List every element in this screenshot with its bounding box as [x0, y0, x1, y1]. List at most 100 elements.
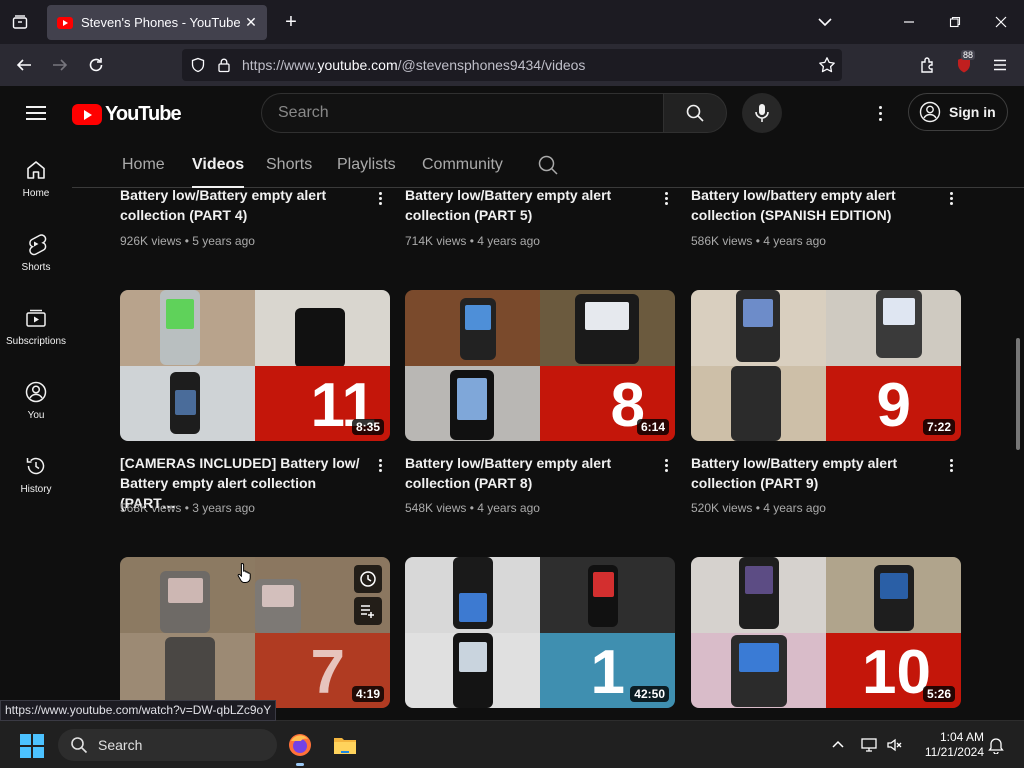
guide-item-subscriptions[interactable]: Subscriptions: [0, 288, 72, 358]
thumb-quadrant: [540, 557, 675, 633]
tab-community[interactable]: Community: [422, 156, 503, 174]
video-thumbnail[interactable]: 11 8:35: [120, 290, 390, 441]
video-meta: 926K views • 5 years ago: [120, 234, 255, 248]
video-meta: 714K views • 4 years ago: [405, 234, 540, 248]
phone-image: [588, 565, 618, 627]
phone-image: [731, 634, 787, 707]
video-thumbnail[interactable]: 9 7:22: [691, 290, 961, 441]
video-title[interactable]: Battery low/battery empty alert collecti…: [691, 185, 941, 225]
extensions-icon[interactable]: [916, 53, 940, 77]
search-input[interactable]: Search: [261, 93, 663, 133]
youtube-logo[interactable]: YouTube: [72, 103, 182, 126]
phone-image: [736, 290, 780, 362]
phone-image: [460, 298, 496, 360]
thumb-quadrant: [826, 290, 961, 366]
youtube-masthead: YouTube Search Sign in: [0, 86, 1024, 140]
phone-image: [575, 294, 639, 364]
restore-icon[interactable]: [943, 10, 967, 34]
phone-image: [453, 557, 493, 629]
video-menu-icon[interactable]: [375, 188, 385, 208]
video-menu-icon[interactable]: [661, 188, 671, 208]
address-bar[interactable]: https://www.youtube.com/@stevensphones94…: [182, 49, 842, 81]
lock-icon[interactable]: [216, 57, 232, 73]
thumb-quadrant: [255, 290, 390, 368]
file-explorer-taskbar-icon[interactable]: [329, 729, 361, 761]
firefox-taskbar-icon[interactable]: [284, 729, 316, 766]
taskbar-search[interactable]: Search: [58, 729, 277, 761]
show-hidden-icons-chevron-icon[interactable]: [828, 735, 848, 755]
video-title[interactable]: Battery low/Battery empty alert collecti…: [120, 185, 370, 225]
video-title[interactable]: Battery low/Battery empty alert collecti…: [405, 185, 655, 225]
guide-item-shorts[interactable]: Shorts: [0, 214, 72, 284]
video-thumbnail[interactable]: 7 4:19: [120, 557, 390, 708]
url-text: https://www.youtube.com/@stevensphones94…: [242, 57, 586, 73]
shorts-icon: [29, 234, 47, 256]
video-thumbnail[interactable]: 10 5:26: [691, 557, 961, 708]
search-icon: [686, 104, 704, 122]
tracking-shield-icon[interactable]: [190, 57, 206, 73]
thumb-quadrant: [120, 557, 255, 633]
reload-icon[interactable]: [84, 53, 108, 77]
video-title[interactable]: Battery low/Battery empty alert collecti…: [405, 453, 655, 493]
voice-search-button[interactable]: [742, 93, 782, 133]
browser-tab[interactable]: Steven's Phones - YouTube ✕: [47, 5, 267, 40]
watch-later-icon[interactable]: [354, 565, 382, 593]
new-tab-icon[interactable]: +: [280, 11, 302, 33]
phone-image: [453, 632, 493, 708]
tab-videos[interactable]: Videos: [192, 156, 245, 188]
system-clock[interactable]: 1:04 AM 11/21/2024: [912, 730, 984, 760]
guide-item-home[interactable]: Home: [0, 140, 72, 210]
thumbnail-number: 10: [862, 638, 931, 707]
thumb-quadrant: [826, 557, 961, 633]
video-menu-icon[interactable]: [375, 455, 385, 475]
video-meta: 520K views • 4 years ago: [691, 501, 826, 515]
video-duration: 4:19: [351, 686, 384, 702]
bookmark-star-icon[interactable]: [818, 56, 836, 74]
thumb-quadrant: [120, 290, 255, 366]
display-network-icon[interactable]: [860, 735, 880, 755]
tab-shorts[interactable]: Shorts: [266, 156, 312, 174]
window-close-icon[interactable]: [989, 10, 1013, 34]
video-menu-icon[interactable]: [946, 455, 956, 475]
tab-overflow-chevron-icon[interactable]: [815, 12, 835, 37]
sign-in-button[interactable]: Sign in: [908, 93, 1008, 131]
tab-list-icon[interactable]: [8, 10, 32, 34]
thumb-quadrant: [691, 632, 826, 708]
settings-more-icon[interactable]: [868, 101, 892, 125]
volume-muted-icon[interactable]: [885, 735, 905, 755]
video-title[interactable]: Battery low/Battery empty alert collecti…: [691, 453, 941, 493]
video-duration: 6:14: [636, 419, 669, 435]
channel-search-icon[interactable]: [537, 154, 559, 176]
tab-close-icon[interactable]: ✕: [241, 13, 261, 33]
tab-home[interactable]: Home: [122, 156, 165, 174]
youtube-logo-icon: [72, 104, 102, 125]
thumb-quadrant: [120, 632, 255, 708]
thumb-quadrant: [691, 365, 826, 441]
youtube-page: Battery low/Battery empty alert collecti…: [0, 86, 1024, 720]
add-to-queue-icon[interactable]: [354, 597, 382, 625]
guide-menu-icon[interactable]: [24, 102, 48, 124]
app-menu-icon[interactable]: [988, 53, 1012, 77]
search-icon: [71, 737, 88, 754]
phone-image: [170, 371, 200, 434]
search-button[interactable]: [663, 93, 727, 133]
guide-item-you[interactable]: You: [0, 362, 72, 432]
page-scrollbar[interactable]: [1016, 338, 1020, 450]
thumb-quadrant: [405, 557, 540, 633]
video-thumbnail[interactable]: 8 6:14: [405, 290, 675, 441]
back-icon[interactable]: [12, 53, 36, 77]
video-menu-icon[interactable]: [661, 455, 671, 475]
link-status-url: https://www.youtube.com/watch?v=DW-qbLZc…: [0, 700, 277, 721]
guide-item-history[interactable]: History: [0, 436, 72, 506]
tab-playlists[interactable]: Playlists: [337, 156, 396, 174]
video-thumbnail[interactable]: 1 42:50: [405, 557, 675, 708]
start-windows-icon[interactable]: [20, 734, 44, 758]
video-meta: 568K views • 3 years ago: [120, 501, 255, 515]
forward-icon[interactable]: [48, 53, 72, 77]
phone-image: [450, 369, 494, 440]
notifications-bell-icon[interactable]: [986, 735, 1006, 755]
thumb-quadrant: [405, 632, 540, 708]
minimize-icon[interactable]: [897, 10, 921, 34]
windows-taskbar: Search 1:04 AM 11/21/2024: [0, 720, 1024, 768]
video-menu-icon[interactable]: [946, 188, 956, 208]
